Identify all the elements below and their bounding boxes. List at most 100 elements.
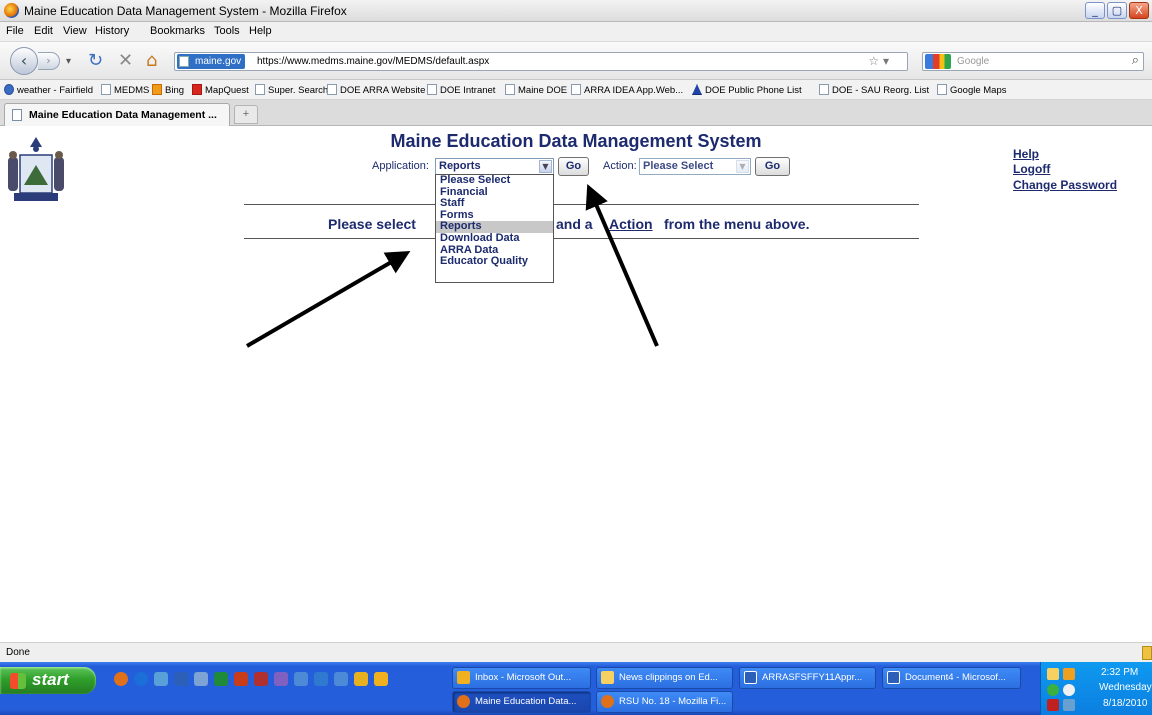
search-icon[interactable]: ⌕ <box>1132 53 1139 68</box>
dropdown-option-download-data[interactable]: Download Data <box>436 232 553 245</box>
forward-button[interactable]: › <box>38 52 60 70</box>
weather-icon <box>4 84 14 95</box>
clock-time[interactable]: 2:32 PM <box>1101 667 1138 678</box>
menu-file[interactable]: File <box>6 25 24 37</box>
menu-history[interactable]: History <box>95 25 129 37</box>
mcafee-tray-icon[interactable] <box>1047 699 1059 711</box>
logoff-link[interactable]: Logoff <box>1013 162 1050 176</box>
help-link[interactable]: Help <box>1013 147 1039 161</box>
stop-icon[interactable]: ✕ <box>118 50 133 71</box>
taskbar-button-document4[interactable]: Document4 - Microsof... <box>882 667 1021 689</box>
bookmark-doe-phone-list[interactable]: DOE Public Phone List <box>692 84 802 96</box>
start-button[interactable]: start <box>0 667 96 694</box>
page-icon <box>101 84 111 95</box>
bookmark-sau-reorg[interactable]: DOE - SAU Reorg. List <box>819 84 929 96</box>
search-bar[interactable]: Google ⌕ <box>922 52 1144 71</box>
page-icon <box>819 84 829 95</box>
status-bar: Done <box>0 642 1152 662</box>
menu-edit[interactable]: Edit <box>34 25 53 37</box>
desktop-launch-icon[interactable] <box>154 672 168 686</box>
outlook-tray-icon[interactable] <box>1063 668 1075 680</box>
bookmark-maine-doe[interactable]: Maine DOE <box>505 84 567 96</box>
action-select[interactable]: Please Select ▼ <box>639 158 751 175</box>
close-button[interactable]: X <box>1129 2 1149 19</box>
bing-icon <box>152 84 162 95</box>
taskbar-button-inbox[interactable]: Inbox - Microsoft Out... <box>452 667 591 689</box>
bookmarks-toolbar: weather - Fairfield MEDMS Bing MapQuest … <box>0 80 1152 100</box>
instruction-message-end: from the menu above. <box>664 216 810 232</box>
word-icon <box>744 671 757 684</box>
application-selected-value: Reports <box>439 160 481 172</box>
menu-help[interactable]: Help <box>249 25 272 37</box>
url-text[interactable]: https://www.medms.maine.gov/MEDMS/defaul… <box>257 56 489 67</box>
address-bar[interactable]: maine.gov https://www.medms.maine.gov/ME… <box>174 52 908 71</box>
dropdown-option-educator-quality[interactable]: Educator Quality <box>436 256 553 268</box>
window-title-bar[interactable]: Maine Education Data Management System -… <box>0 0 1152 22</box>
menu-bookmarks[interactable]: Bookmarks <box>150 25 205 37</box>
mail-tray-icon[interactable] <box>1047 668 1059 680</box>
powerpoint-launch-icon[interactable] <box>234 672 248 686</box>
outlook-icon <box>457 671 470 684</box>
publisher-launch-icon[interactable] <box>274 672 288 686</box>
notepad-launch-icon[interactable] <box>194 672 208 686</box>
taskbar-button-arrasfsffy[interactable]: ARRASFSFFY11Appr... <box>739 667 876 689</box>
reload-icon[interactable]: ↻ <box>88 50 103 71</box>
phone-list-icon <box>692 84 702 95</box>
menu-tools[interactable]: Tools <box>214 25 240 37</box>
change-password-link[interactable]: Change Password <box>1013 178 1117 192</box>
bookmark-doe-intranet[interactable]: DOE Intranet <box>427 84 495 96</box>
chevron-down-icon[interactable]: ▼ <box>539 160 552 173</box>
app-launch-icon[interactable] <box>294 672 308 686</box>
new-tab-button[interactable]: + <box>234 105 258 124</box>
ie-launch-icon[interactable] <box>134 672 148 686</box>
security-tray-icon[interactable] <box>1063 684 1075 696</box>
access-launch-icon[interactable] <box>254 672 268 686</box>
page-title: Maine Education Data Management System <box>390 131 762 151</box>
outlook-launch-icon[interactable] <box>374 672 388 686</box>
maximize-button[interactable]: ▢ <box>1107 2 1127 19</box>
taskbar-button-rsu18[interactable]: RSU No. 18 - Mozilla Fi... <box>596 691 733 713</box>
bookmark-weather[interactable]: weather - Fairfield <box>4 84 93 96</box>
bookmark-mapquest[interactable]: MapQuest <box>192 84 249 96</box>
firefox-launch-icon[interactable] <box>114 672 128 686</box>
bookmark-google-maps[interactable]: Google Maps <box>937 84 1007 96</box>
excel-launch-icon[interactable] <box>214 672 228 686</box>
system-tray: 2:32 PM Wednesday 8/18/2010 <box>1040 662 1152 715</box>
action-go-button[interactable]: Go <box>755 157 790 176</box>
tab-maine-education[interactable]: Maine Education Data Management ... <box>4 103 230 126</box>
taskbar-button-news[interactable]: News clippings on Ed... <box>596 667 733 689</box>
app-tray-icon[interactable] <box>1063 699 1075 711</box>
bookmark-bing[interactable]: Bing <box>152 84 184 96</box>
dropdown-option-please-select[interactable]: Please Select <box>436 174 553 187</box>
back-button[interactable]: ‹ <box>10 47 38 75</box>
word-launch-icon[interactable] <box>174 672 188 686</box>
minimize-button[interactable]: _ <box>1085 2 1105 19</box>
menu-view[interactable]: View <box>63 25 87 37</box>
instruction-action-link[interactable]: Action <box>609 216 653 232</box>
application-dropdown-list[interactable]: Please Select Financial Staff Forms Repo… <box>435 174 554 283</box>
home-icon[interactable]: ⌂ <box>146 50 157 71</box>
chevron-down-icon[interactable]: ▼ <box>736 160 749 173</box>
tab-label: Maine Education Data Management ... <box>29 109 217 121</box>
mapquest-icon <box>192 84 202 95</box>
lock-icon[interactable] <box>1142 646 1152 660</box>
application-go-button[interactable]: Go <box>558 157 589 176</box>
bookmark-doe-arra[interactable]: DOE ARRA Website <box>327 84 425 96</box>
bookmark-super-search[interactable]: Super. Search <box>255 84 328 96</box>
page-icon <box>427 84 437 95</box>
google-engine-icon[interactable] <box>925 54 951 69</box>
network-tray-icon[interactable] <box>1047 684 1059 696</box>
app-launch-icon[interactable] <box>334 672 348 686</box>
window-title: Maine Education Data Management System -… <box>24 4 347 18</box>
history-dropdown-icon[interactable]: ▾ <box>66 56 71 67</box>
windows-taskbar: start Inbox - Microsoft Out... News clip… <box>0 662 1152 715</box>
app-launch-icon[interactable] <box>314 672 328 686</box>
application-select[interactable]: Reports ▼ <box>435 158 554 175</box>
bookmark-arra-idea[interactable]: ARRA IDEA App.Web... <box>571 84 683 96</box>
clock-date: 8/18/2010 <box>1103 698 1148 709</box>
application-label: Application: <box>372 160 429 172</box>
app-launch-icon[interactable] <box>354 672 368 686</box>
bookmark-medms[interactable]: MEDMS <box>101 84 149 96</box>
bookmark-star-icon[interactable]: ☆ ▾ <box>868 54 889 68</box>
taskbar-button-maine-education[interactable]: Maine Education Data... <box>452 691 591 713</box>
